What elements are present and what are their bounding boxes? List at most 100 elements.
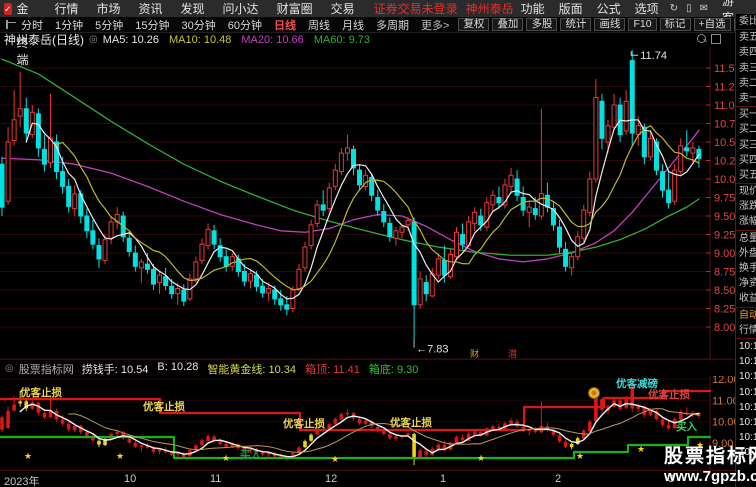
period-bar: 分时 1分钟 5分钟 15分钟 30分钟 60分钟 日线 周线 月线 多周期 更多> 复权 叠加 多股统… bbox=[0, 17, 756, 33]
menu-right-item-3[interactable]: 选项 bbox=[628, 0, 666, 17]
refresh-icon[interactable]: ↻ bbox=[670, 3, 678, 14]
quote-row-9[interactable]: 买四 bbox=[736, 153, 756, 168]
quote-row-17[interactable]: 净资 bbox=[736, 276, 756, 291]
candle bbox=[405, 219, 411, 226]
quote-row-2[interactable]: 卖四 bbox=[736, 45, 756, 60]
quote-row-1[interactable]: 卖五 bbox=[736, 30, 756, 45]
toolbar-button-0[interactable]: 复权 bbox=[458, 18, 490, 31]
chart-text: 11.00 bbox=[714, 100, 735, 112]
quote-row-16[interactable]: 换手 bbox=[736, 261, 756, 276]
candle bbox=[151, 268, 156, 285]
menu-right-item-0[interactable]: 功能 bbox=[514, 0, 552, 17]
candle bbox=[126, 237, 132, 253]
toolbar-button-1[interactable]: 叠加 bbox=[492, 18, 524, 31]
quote-row-14[interactable]: 总量 bbox=[736, 231, 756, 246]
quote-row-4[interactable]: 卖二 bbox=[736, 76, 756, 91]
period-tab-9[interactable]: 多周期 bbox=[370, 17, 415, 33]
menu-item-4[interactable]: 问小达 bbox=[214, 0, 268, 17]
window-layout-icon[interactable] bbox=[6, 20, 16, 29]
signal-bar bbox=[460, 437, 465, 441]
toolbar-button-7[interactable]: +自选 bbox=[693, 18, 731, 31]
candle bbox=[484, 202, 490, 228]
app-logo-icon[interactable]: ✓ bbox=[4, 2, 12, 15]
sub-chart-canvas[interactable]: 12.0011.0010.009.00★★★★★★★★优客止损优客止损优客止损优… bbox=[0, 376, 735, 470]
menu-item-3[interactable]: 发现 bbox=[172, 0, 214, 17]
quote-row-18[interactable]: 收益 bbox=[736, 291, 756, 308]
toolbar-button-6[interactable]: 标记 bbox=[659, 18, 691, 31]
indicator-toggle-icon[interactable]: ◎ bbox=[89, 34, 98, 45]
quote-row-7[interactable]: 买二 bbox=[736, 122, 756, 137]
candle bbox=[599, 100, 605, 139]
signal-bar bbox=[30, 402, 35, 409]
chart-text: 11.00 bbox=[712, 395, 735, 407]
search-icon[interactable] bbox=[697, 34, 706, 43]
chart-text: 10.75 bbox=[714, 119, 735, 131]
period-tab-2[interactable]: 5分钟 bbox=[89, 17, 129, 33]
chart-text: 12.00 bbox=[712, 376, 735, 386]
signal-bar bbox=[394, 436, 398, 439]
toolbar-button-2[interactable]: 多股 bbox=[526, 18, 558, 31]
star-icon: ★ bbox=[116, 451, 124, 461]
candle bbox=[357, 169, 363, 186]
candle bbox=[175, 288, 181, 295]
stock-name-label[interactable]: 神州泰岳 bbox=[466, 0, 514, 17]
period-tab-8[interactable]: 月线 bbox=[336, 17, 370, 33]
toolbar-button-5[interactable]: F10 bbox=[628, 18, 657, 31]
quote-row-15[interactable]: 外盘 bbox=[736, 246, 756, 261]
period-tab-4[interactable]: 30分钟 bbox=[176, 17, 222, 33]
quote-row-13[interactable]: 涨幅 bbox=[736, 214, 756, 231]
phone-icon[interactable]: ▯ bbox=[686, 3, 692, 14]
menu-item-1[interactable]: 市场 bbox=[88, 0, 130, 17]
menu-items: 行情 市场 资讯 发现 问小达 财富圈 交易 bbox=[45, 0, 363, 17]
quote-row-3[interactable]: 卖三 bbox=[736, 61, 756, 76]
period-tab-6[interactable]: 日线 bbox=[268, 17, 302, 33]
ma3-label: MA20: 10.66 bbox=[241, 33, 304, 46]
candle bbox=[387, 222, 393, 238]
menu-item-6[interactable]: 交易 bbox=[322, 0, 364, 17]
x-axis: 2023年 10 11 12 1 2 3 bbox=[0, 470, 735, 487]
indicator-dot-icon[interactable]: ◎ bbox=[5, 363, 14, 374]
candle bbox=[90, 230, 96, 245]
candle bbox=[417, 278, 423, 306]
quote-row-0[interactable]: 委比 bbox=[736, 14, 756, 31]
candle bbox=[393, 230, 399, 239]
toolbar-button-3[interactable]: 统计 bbox=[560, 18, 592, 31]
signal-bar bbox=[339, 414, 344, 420]
quote-row-19[interactable]: 自动 bbox=[736, 308, 756, 323]
menu-right-item-1[interactable]: 版面 bbox=[552, 0, 590, 17]
signal-bar bbox=[424, 451, 428, 455]
menu-item-2[interactable]: 资讯 bbox=[130, 0, 172, 17]
main-chart-canvas[interactable]: 11.50 11.25 11.00 10.75 10.50 10.25 10.00 9.75 9… bbox=[0, 47, 735, 360]
quote-row-12[interactable]: 涨跌 bbox=[736, 199, 756, 214]
period-tab-5[interactable]: 60分钟 bbox=[222, 17, 268, 33]
event-marker: 潜 bbox=[508, 348, 517, 359]
quote-row-5[interactable]: 卖一 bbox=[736, 91, 756, 108]
maximize-icon[interactable] bbox=[711, 34, 721, 44]
quote-row-20[interactable]: 行情 bbox=[736, 323, 756, 339]
signal-bar bbox=[115, 431, 119, 434]
mail-icon[interactable]: ✉ bbox=[700, 3, 708, 14]
candle bbox=[132, 252, 138, 267]
menu-item-0[interactable]: 行情 bbox=[45, 0, 87, 17]
menu-bar: ✓ 通达信金融终端 行情市场资讯发现问小达财富圈交易 证券交易未登录 神州泰岳 … bbox=[0, 0, 756, 67]
candle bbox=[284, 304, 290, 310]
candle bbox=[144, 263, 150, 270]
quote-row-10[interactable]: 买五 bbox=[736, 168, 756, 185]
candle bbox=[254, 274, 260, 287]
period-tab-7[interactable]: 周线 bbox=[302, 17, 336, 33]
signal-bar bbox=[509, 420, 513, 424]
login-status[interactable]: 证券交易未登录 bbox=[374, 0, 458, 17]
x-axis-label-4: 1 bbox=[440, 473, 447, 485]
quote-row-6[interactable]: 买一 bbox=[736, 107, 756, 122]
period-tab-3[interactable]: 15分钟 bbox=[129, 17, 175, 33]
quote-row-11[interactable]: 现价 bbox=[736, 184, 756, 199]
period-tab-10[interactable]: 更多> bbox=[415, 17, 455, 33]
quote-time-1: 10:11 bbox=[739, 356, 756, 368]
quote-row-8[interactable]: 买三 bbox=[736, 138, 756, 153]
chart-text: 8.00 bbox=[714, 322, 735, 334]
candle bbox=[514, 178, 520, 196]
candle bbox=[23, 108, 29, 134]
toolbar-button-4[interactable]: 画线 bbox=[594, 18, 626, 31]
menu-item-5[interactable]: 财富圈 bbox=[268, 0, 322, 17]
menu-right-item-2[interactable]: 公式 bbox=[590, 0, 628, 17]
